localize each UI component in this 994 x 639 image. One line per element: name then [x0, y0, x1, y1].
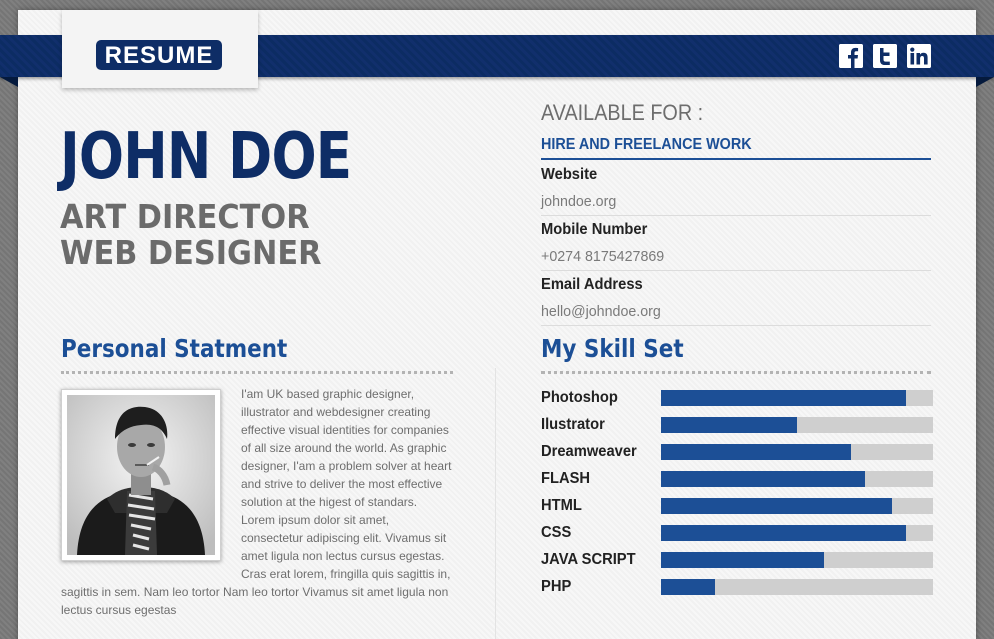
mobile-value: +0274 8175427869: [541, 248, 665, 265]
skill-bar-track: [661, 579, 933, 595]
ribbon-fold-right: [976, 77, 994, 87]
skill-bar-fill: [661, 390, 906, 406]
skill-bar-track: [661, 444, 933, 460]
personal-statement-title: Personal Statment: [61, 334, 288, 363]
skill-name: HTML: [541, 497, 582, 514]
skill-bar-track: [661, 417, 933, 433]
available-for-heading: AVAILABLE FOR :: [541, 100, 704, 125]
email-value[interactable]: hello@johndoe.org: [541, 303, 661, 320]
website-value[interactable]: johndoe.org: [541, 193, 616, 210]
ribbon-fold-left: [0, 77, 18, 87]
skill-name: CSS: [541, 524, 572, 541]
skill-bar-fill: [661, 498, 892, 514]
mobile-label: Mobile Number: [541, 221, 648, 238]
job-title-art-director: ART DIRECTOR: [60, 197, 310, 236]
skill-bar-fill: [661, 417, 797, 433]
column-divider: [495, 368, 496, 639]
availability-text: HIRE AND FREELANCE WORK: [541, 136, 752, 153]
job-title-web-designer: WEB DESIGNER: [60, 233, 322, 272]
availability-value: HIRE AND FREELANCE WORK: [541, 136, 931, 160]
linkedin-icon[interactable]: [907, 44, 931, 68]
email-label: Email Address: [541, 276, 643, 293]
skill-name: PHP: [541, 578, 572, 595]
divider: [541, 215, 931, 216]
skill-name: JAVA SCRIPT: [541, 551, 636, 568]
profile-photo: [61, 389, 221, 561]
divider: [541, 270, 931, 271]
skill-bar-track: [661, 471, 933, 487]
section-dotted-divider: [541, 371, 931, 374]
skill-bar-fill: [661, 552, 824, 568]
skill-bar-fill: [661, 579, 715, 595]
skill-bar-fill: [661, 525, 906, 541]
facebook-icon[interactable]: [839, 44, 863, 68]
skill-bar-fill: [661, 471, 865, 487]
skill-name: Ilustrator: [541, 416, 605, 433]
twitter-icon[interactable]: [873, 44, 897, 68]
portrait-image: [67, 395, 215, 555]
divider: [541, 325, 931, 326]
skill-bar-track: [661, 552, 933, 568]
resume-logo: RESUME: [96, 40, 222, 70]
skill-bar-track: [661, 498, 933, 514]
section-dotted-divider: [61, 371, 453, 374]
skill-set-title: My Skill Set: [541, 334, 684, 363]
skill-name: Photoshop: [541, 389, 618, 406]
skill-bar-track: [661, 525, 933, 541]
website-label: Website: [541, 166, 598, 183]
skill-name: Dreamweaver: [541, 443, 637, 460]
person-name: JOHN DOE: [60, 120, 352, 194]
skill-bar-track: [661, 390, 933, 406]
skill-name: FLASH: [541, 470, 591, 487]
skill-bar-fill: [661, 444, 851, 460]
